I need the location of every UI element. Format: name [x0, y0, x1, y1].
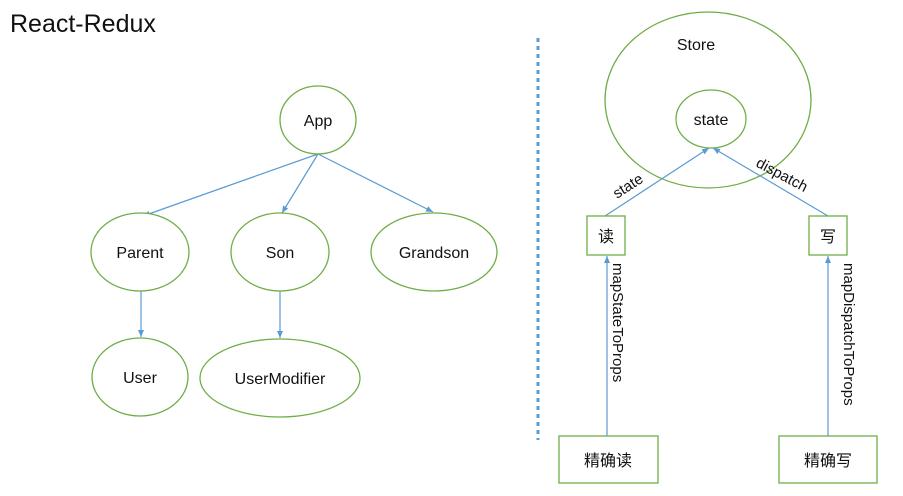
node-app-label: App: [304, 113, 333, 130]
node-app: App: [279, 85, 357, 155]
node-son-label: Son: [266, 245, 294, 262]
diagram-title: React-Redux: [10, 10, 156, 38]
read-box: 读: [586, 215, 626, 256]
node-grandson-label: Grandson: [399, 245, 469, 262]
precise-write-box-label: 精确写: [804, 452, 852, 470]
edge-app-grandson: [317, 153, 434, 213]
precise-read-box-label: 精确读: [584, 452, 632, 470]
node-son: Son: [230, 212, 330, 292]
edge-label-state: state: [610, 170, 647, 202]
edge-label-mapdispatchtoprops: mapDispatchToProps: [840, 263, 857, 406]
precise-write-box: 精确写: [778, 435, 878, 484]
node-grandson: Grandson: [370, 212, 498, 292]
edge-app-parent: [142, 153, 319, 217]
write-box: 写: [808, 215, 848, 256]
node-usermodifier-label: UserModifier: [235, 371, 326, 388]
edge-app-son: [281, 153, 319, 214]
node-parent-label: Parent: [116, 245, 164, 262]
store-state: state: [675, 89, 747, 149]
read-box-label: 读: [598, 228, 614, 246]
node-user-label: User: [123, 370, 157, 387]
react-redux-diagram: React-Redux App Parent Son Grandson User…: [10, 10, 878, 484]
node-usermodifier: UserModifier: [199, 338, 361, 418]
store-state-label: state: [694, 112, 729, 129]
write-box-label: 写: [820, 229, 836, 246]
node-parent: Parent: [90, 212, 190, 292]
node-user: User: [91, 337, 189, 417]
store-label: Store: [677, 37, 715, 54]
edge-label-mapstatetoprops: mapStateToProps: [609, 263, 626, 382]
precise-read-box: 精确读: [558, 435, 659, 484]
